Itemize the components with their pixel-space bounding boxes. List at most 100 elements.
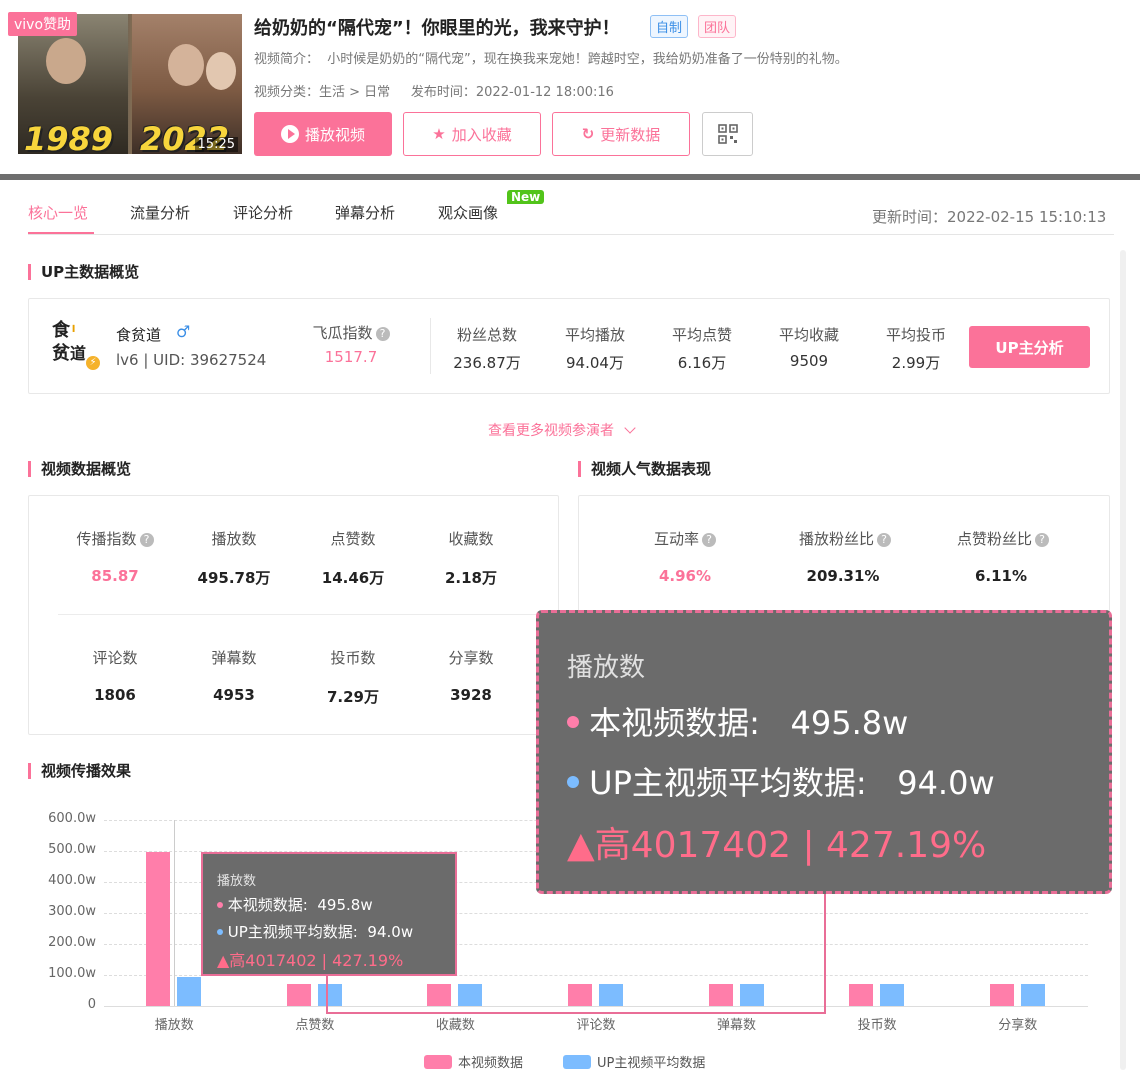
x-axis-label: 分享数	[998, 1018, 1038, 1033]
refresh-icon: ↻	[581, 125, 595, 143]
refresh-data-button[interactable]: ↻ 更新数据	[552, 112, 690, 156]
thumbnail-face	[206, 52, 236, 90]
x-axis-label: 播放数	[154, 1018, 194, 1033]
spread-index-value: 85.87	[91, 567, 139, 585]
help-icon[interactable]: ?	[375, 327, 390, 341]
tab-bar-divider	[28, 234, 1114, 235]
favorite-count-value: 2.18万	[444, 569, 497, 587]
tab-audience-profile[interactable]: 观众画像	[438, 202, 498, 223]
bar-up-average[interactable]	[739, 984, 764, 1006]
avg-like-label: 平均点赞	[671, 326, 732, 344]
video-description: 视频简介： 小时候是奶奶的“隔代宠”，现在换我来宠她！跨越时空，我给奶奶准备了一…	[254, 52, 848, 67]
x-axis-label: 点赞数	[295, 1018, 335, 1033]
chart-tooltip: 播放数 本视频数据: 495.8w UP主视频平均数据: 94.0w ▲高401…	[201, 852, 457, 976]
tag-team: 团队	[698, 15, 737, 38]
avg-play-label: 平均播放	[564, 326, 625, 344]
tab-core-overview[interactable]: 核心一览	[28, 202, 88, 223]
updated-time: 更新时间：2022-02-15 15:10:13	[872, 208, 1107, 226]
up-analysis-button[interactable]: UP主分析	[969, 326, 1090, 368]
tab-danmaku-analysis[interactable]: 弹幕分析	[335, 202, 395, 223]
play-icon	[280, 125, 299, 143]
spread-index-label: 传播指数?	[60, 528, 170, 549]
share-count-label: 分享数	[448, 649, 494, 667]
legend-swatch	[563, 1054, 591, 1069]
tab-traffic-analysis[interactable]: 流量分析	[130, 202, 190, 223]
up-overview-heading: UP主数据概览	[28, 264, 139, 280]
bar-up-average[interactable]	[599, 984, 623, 1006]
legend-item-up-average[interactable]: UP主视频平均数据	[563, 1052, 705, 1071]
add-favorite-button[interactable]: ★ 加入收藏	[403, 112, 541, 156]
video-duration: 15:25	[194, 137, 238, 152]
bar-this-video[interactable]	[708, 984, 733, 1006]
x-axis-label: 收藏数	[435, 1018, 475, 1033]
fans-total-label: 粉丝总数	[456, 326, 517, 344]
video-title: 给奶奶的“隔代宠”！你眼里的光，我来守护！	[254, 18, 620, 39]
qr-code-button[interactable]	[702, 112, 753, 156]
blue-dot-icon	[567, 776, 579, 788]
x-axis-label: 弹幕数	[717, 1018, 757, 1033]
help-icon[interactable]: ?	[139, 533, 154, 547]
new-badge: New	[507, 190, 545, 204]
popularity-heading: 视频人气数据表现	[578, 461, 711, 477]
bar-up-average[interactable]	[1020, 984, 1045, 1006]
bar-this-video[interactable]	[989, 984, 1014, 1006]
up-name[interactable]: 食贫道	[116, 324, 161, 345]
bar-this-video[interactable]	[146, 852, 171, 1006]
zoom-connector	[326, 1012, 826, 1014]
divider	[58, 614, 536, 615]
y-axis-tick-label: 100.0w	[48, 966, 96, 981]
play-video-button[interactable]: 播放视频	[254, 112, 392, 156]
bar-up-average[interactable]	[880, 984, 905, 1006]
chevron-down-icon	[624, 422, 637, 434]
help-icon[interactable]: ?	[877, 533, 891, 547]
y-axis-tick-label: 200.0w	[48, 935, 96, 950]
up-overview-card	[28, 298, 1110, 394]
like-count-value: 14.46万	[321, 569, 385, 587]
feigua-index-label: 飞瓜指数?	[296, 322, 406, 343]
avg-play-value: 94.04万	[566, 354, 624, 372]
tag-self-made: 自制	[650, 15, 689, 38]
avatar[interactable]: 食╹ 贫道 ⚡	[52, 320, 102, 372]
sponsor-badge: vivo赞助	[8, 12, 78, 36]
zoomed-chart-tooltip: 播放数 本视频数据: 495.8w UP主视频平均数据: 94.0w ▲高401…	[536, 610, 1112, 894]
more-performers-link[interactable]: 查看更多视频参演者	[488, 420, 637, 440]
coin-count-value: 7.29万	[326, 688, 379, 706]
bar-this-video[interactable]	[568, 984, 592, 1006]
zoom-connector	[326, 976, 328, 1014]
play-fans-ratio-value: 209.31%	[806, 567, 880, 585]
avg-favorite-value: 9509	[789, 352, 829, 370]
bar-up-average[interactable]	[458, 984, 483, 1006]
star-icon: ★	[432, 125, 446, 143]
qr-code-icon	[717, 124, 738, 144]
bar-up-average[interactable]	[317, 984, 342, 1006]
male-icon: ♂	[176, 322, 191, 341]
feigua-index-value: 1517.7	[324, 348, 378, 366]
video-overview-heading: 视频数据概览	[28, 461, 131, 477]
like-count-label: 点赞数	[330, 530, 376, 548]
comment-count-value: 1806	[94, 686, 136, 704]
interaction-rate-label: 互动率?	[630, 528, 740, 549]
bar-this-video[interactable]	[849, 984, 874, 1006]
thumbnail-face	[168, 44, 204, 86]
help-icon[interactable]: ?	[1035, 533, 1049, 547]
avg-favorite-label: 平均收藏	[778, 326, 839, 344]
section-divider	[0, 174, 1140, 180]
video-category-publish: 视频分类：生活 > 日常 发布时间：2022-01-12 18:00:16	[254, 85, 614, 100]
coin-count-label: 投币数	[330, 649, 376, 667]
like-fans-ratio-value: 6.11%	[974, 567, 1028, 585]
bar-this-video[interactable]	[286, 984, 311, 1006]
blue-dot-icon	[217, 929, 223, 935]
legend-swatch	[424, 1054, 452, 1069]
thumbnail-year-left: 1989	[24, 120, 114, 154]
share-count-value: 3928	[450, 686, 492, 704]
bar-up-average[interactable]	[177, 976, 202, 1006]
bar-this-video[interactable]	[427, 984, 452, 1006]
legend-item-this-video[interactable]: 本视频数据	[424, 1052, 523, 1071]
help-icon[interactable]: ?	[702, 533, 716, 547]
x-axis-label: 投币数	[857, 1018, 897, 1033]
scrollbar[interactable]	[1120, 250, 1126, 1070]
tab-comment-analysis[interactable]: 评论分析	[233, 202, 293, 223]
fans-total-value: 236.87万	[453, 354, 521, 372]
avg-coin-value: 2.99万	[891, 354, 941, 372]
zoom-connector	[824, 892, 826, 1014]
